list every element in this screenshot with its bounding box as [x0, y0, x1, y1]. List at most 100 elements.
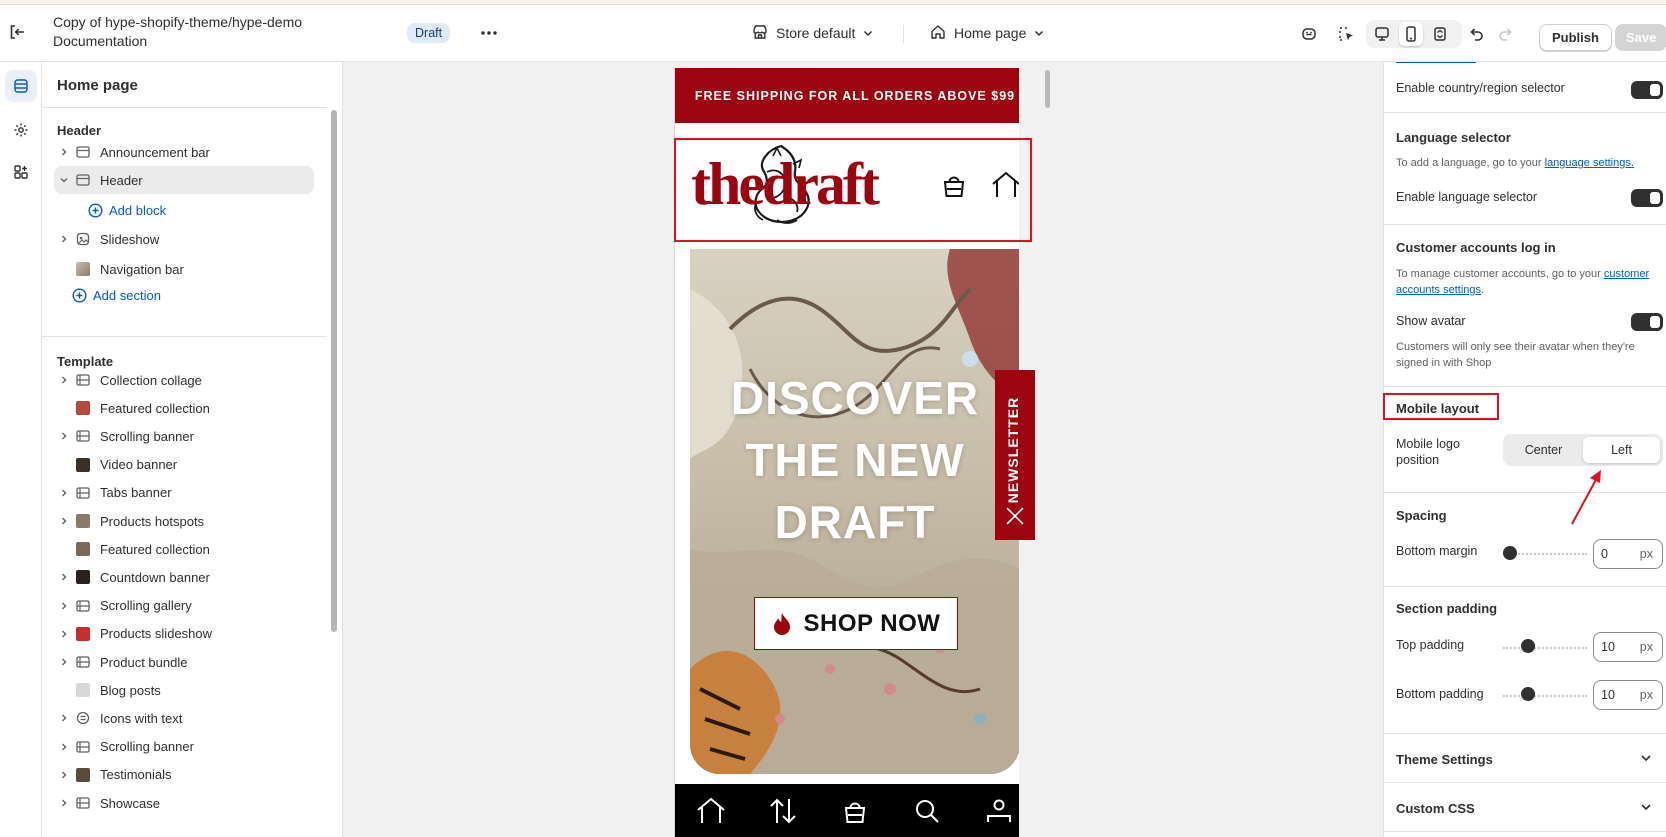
theme-title: Copy of hype-shopify-theme/hype-demo Doc…: [53, 14, 303, 49]
preview-scrollbar[interactable]: [1045, 70, 1050, 108]
chevron-right-icon[interactable]: [54, 225, 74, 253]
store-logo[interactable]: thedraft: [691, 152, 880, 216]
section-announcement-bar[interactable]: Announcement bar: [54, 138, 314, 166]
newsletter-tab[interactable]: NEWSLETTER: [995, 370, 1035, 540]
divider: [1384, 386, 1666, 387]
template-section-row[interactable]: Scrolling banner: [54, 733, 314, 761]
bottom-margin-slider[interactable]: [1503, 546, 1517, 560]
unit-label: px: [1639, 688, 1653, 702]
redo-icon[interactable]: [1494, 22, 1518, 46]
inspector-icon[interactable]: [1334, 22, 1358, 46]
chevron-right-icon[interactable]: [54, 366, 74, 394]
template-section-row[interactable]: Icons with text: [54, 704, 314, 732]
language-selector-toggle[interactable]: [1631, 189, 1663, 207]
chevron-down-icon[interactable]: [54, 166, 74, 194]
template-section-row[interactable]: Featured collection: [54, 535, 314, 563]
template-section-row[interactable]: Testimonials: [54, 761, 314, 789]
section-header[interactable]: Header: [54, 166, 314, 194]
hero-slideshow[interactable]: DISCOVER THE NEW DRAFT SHOP NOW: [690, 249, 1019, 774]
top-padding-input[interactable]: 10 px: [1593, 632, 1663, 662]
section-label: Blog posts: [100, 682, 161, 698]
chevron-right-icon[interactable]: [54, 138, 74, 166]
exit-icon[interactable]: [6, 21, 28, 43]
store-header[interactable]: thedraft: [675, 138, 1019, 242]
bottom-padding-slider[interactable]: [1521, 687, 1535, 701]
bottom-margin-input[interactable]: 0 px: [1593, 539, 1663, 569]
section-thumbnail: [76, 542, 90, 557]
add-section-button[interactable]: Add section: [72, 281, 161, 309]
chevron-down-icon: [1640, 752, 1652, 767]
template-section-row[interactable]: Tabs banner: [54, 479, 314, 507]
sidekick-icon[interactable]: [1297, 22, 1321, 46]
divider: [1384, 492, 1666, 493]
top-padding-slider[interactable]: [1521, 639, 1535, 653]
divider: [1384, 782, 1666, 783]
custom-css-label: Custom CSS: [1396, 800, 1475, 816]
publish-button[interactable]: Publish: [1539, 24, 1612, 51]
sections-icon[interactable]: [5, 70, 37, 102]
section-icon: [76, 656, 90, 668]
full-width-view-icon[interactable]: [1428, 22, 1452, 46]
chevron-right-icon[interactable]: [54, 479, 74, 507]
store-select[interactable]: Store default: [752, 21, 873, 45]
chevron-right-icon[interactable]: [54, 648, 74, 676]
bottom-padding-input[interactable]: 10 px: [1593, 680, 1663, 710]
chevron-right-icon[interactable]: [54, 592, 74, 620]
section-label: Tabs banner: [100, 485, 172, 501]
cart-bag-icon[interactable]: [941, 172, 967, 201]
cart-bag-icon[interactable]: [819, 784, 891, 837]
template-section-row[interactable]: Countdown banner: [54, 563, 314, 591]
sort-arrows-icon[interactable]: [747, 784, 819, 837]
page-select[interactable]: Home page: [930, 21, 1044, 45]
panel-scrollbar[interactable]: [331, 110, 337, 632]
store-select-label: Store default: [776, 25, 856, 41]
chevron-right-icon[interactable]: [54, 563, 74, 591]
section-thumbnail: [76, 262, 90, 276]
search-icon[interactable]: [891, 784, 963, 837]
home-icon[interactable]: [991, 171, 1019, 202]
bottom-margin-value: 0: [1601, 547, 1608, 561]
chevron-right-icon[interactable]: [54, 507, 74, 535]
chevron-right-icon[interactable]: [54, 761, 74, 789]
template-section-row[interactable]: Blog posts: [54, 676, 314, 704]
section-navigation-bar[interactable]: Navigation bar: [54, 255, 314, 283]
chevron-right-icon[interactable]: [54, 704, 74, 732]
account-icon[interactable]: [963, 784, 1019, 837]
template-section-row[interactable]: Scrolling banner: [54, 422, 314, 450]
chevron-right-icon[interactable]: [54, 733, 74, 761]
desktop-view-icon[interactable]: [1370, 22, 1394, 46]
custom-css-accordion[interactable]: Custom CSS: [1384, 785, 1666, 831]
shop-now-button[interactable]: SHOP NOW: [754, 597, 958, 650]
chevron-right-icon[interactable]: [54, 422, 74, 450]
template-section-row[interactable]: Products hotspots: [54, 507, 314, 535]
home-icon: [930, 24, 946, 43]
section-slideshow[interactable]: Slideshow: [54, 225, 314, 253]
more-actions-icon[interactable]: [478, 22, 500, 44]
theme-settings-accordion[interactable]: Theme Settings: [1384, 736, 1666, 782]
save-button[interactable]: Save: [1615, 24, 1666, 51]
template-section-row[interactable]: Scrolling gallery: [54, 592, 314, 620]
app-embeds-icon[interactable]: [5, 156, 37, 188]
template-section-row[interactable]: Collection collage: [54, 366, 314, 394]
language-settings-link[interactable]: language settings.: [1545, 157, 1634, 169]
add-block-button[interactable]: Add block: [88, 196, 166, 224]
close-icon[interactable]: [1005, 506, 1025, 529]
logo-position-left[interactable]: Left: [1583, 437, 1660, 463]
undo-icon[interactable]: [1464, 22, 1488, 46]
sections-panel: Home page Header Announcement bar Header…: [42, 62, 343, 837]
template-section-row[interactable]: Showcase: [54, 789, 314, 817]
logo-position-center[interactable]: Center: [1506, 437, 1581, 463]
chevron-right-icon[interactable]: [54, 620, 74, 648]
template-section-row[interactable]: Video banner: [54, 451, 314, 479]
show-avatar-toggle[interactable]: [1631, 313, 1663, 331]
chevron-right-icon[interactable]: [54, 789, 74, 817]
template-section-row[interactable]: Products slideshow: [54, 620, 314, 648]
country-selector-toggle[interactable]: [1631, 81, 1663, 99]
section-label: Navigation bar: [100, 261, 184, 277]
template-section-row[interactable]: Featured collection: [54, 394, 314, 422]
home-icon[interactable]: [675, 784, 747, 837]
theme-settings-icon[interactable]: [5, 114, 37, 146]
announcement-bar[interactable]: FREE SHIPPING FOR ALL ORDERS ABOVE $99: [675, 68, 1019, 123]
mobile-view-icon[interactable]: [1399, 22, 1423, 46]
template-section-row[interactable]: Product bundle: [54, 648, 314, 676]
